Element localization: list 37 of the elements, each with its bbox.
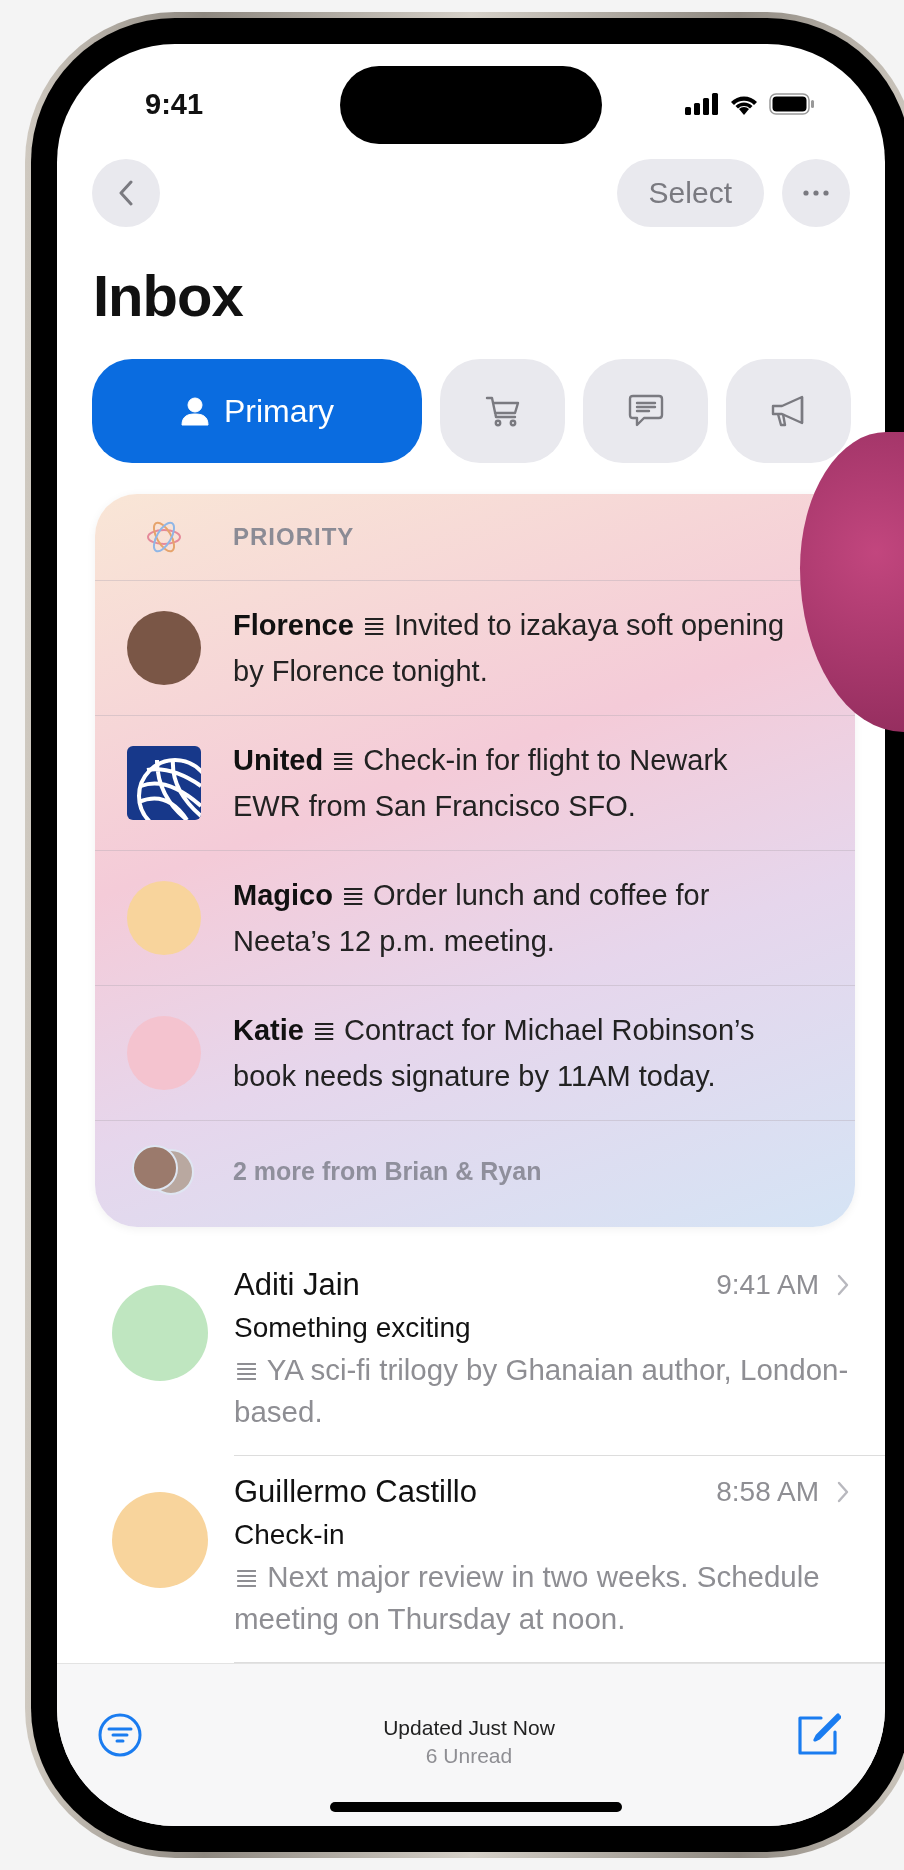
inbox-title: Inbox (93, 262, 244, 330)
chevron-right-icon (837, 1481, 849, 1503)
compose-icon[interactable] (795, 1712, 841, 1758)
battery-icon (769, 93, 815, 115)
ellipsis-icon (803, 190, 829, 196)
signal-icon (685, 93, 719, 115)
message-time: 9:41 AM (716, 1269, 819, 1301)
cart-icon (484, 395, 521, 427)
person-icon (179, 396, 210, 426)
filter-icon[interactable] (97, 1712, 143, 1758)
sender-name: Guillermo Castillo (234, 1473, 478, 1511)
priority-heading: PRIORITY (233, 523, 355, 551)
message-row[interactable]: Aditi Jain 9:41 AM Something exciting ≣ YA sci-fi trilogy by Ghanaian author, London-based. (57, 1249, 885, 1456)
message-icon (627, 394, 664, 428)
category-tab[interactable] (726, 359, 851, 463)
chevron-right-icon (837, 1274, 849, 1296)
sender-name: Aditi Jain (234, 1266, 361, 1304)
message-summary: ≣ Next major review in two weeks. Schedule meeting on Thursday at noon. (234, 1559, 821, 1637)
category-tab[interactable] (440, 359, 565, 463)
priority-summary[interactable]: Katie ≣ Contract for Michael Robinson’s book needs signature by 11AM today. (233, 1007, 797, 1099)
priority-summary[interactable]: Florence ≣ Invited to izakaya soft opening by Florence tonight. (233, 602, 797, 694)
message-time: 8:58 AM (716, 1476, 819, 1508)
category-tab[interactable]: Primary (92, 359, 422, 463)
message-subject: Something exciting (234, 1311, 472, 1345)
update-status: Updated Just Now (383, 1716, 555, 1740)
message-subject: Check-in (234, 1518, 346, 1552)
priority-summary[interactable]: United ≣ Check-in for flight to Newark EWR from San Francisco SFO. (233, 737, 797, 829)
wifi-icon (729, 93, 759, 115)
message-row[interactable]: Guillermo Castillo 8:58 AM Check-in ≣ Next major review in two weeks. Schedule meeting on Thursday at noon. (57, 1456, 885, 1663)
avatar-stack (132, 1145, 196, 1197)
status-time: 9:41 (145, 87, 204, 121)
category-tab[interactable] (583, 359, 708, 463)
chevron-left-icon (119, 180, 133, 206)
unread-count: 6 Unread (425, 1744, 513, 1768)
select-button[interactable]: Select (616, 159, 764, 227)
message-summary: ≣ YA sci-fi trilogy by Ghanaian author, London-based. (234, 1352, 849, 1430)
priority-summary[interactable]: Magico ≣ Order lunch and coffee for Neeta’s 12 p.m. meeting. (233, 872, 797, 964)
